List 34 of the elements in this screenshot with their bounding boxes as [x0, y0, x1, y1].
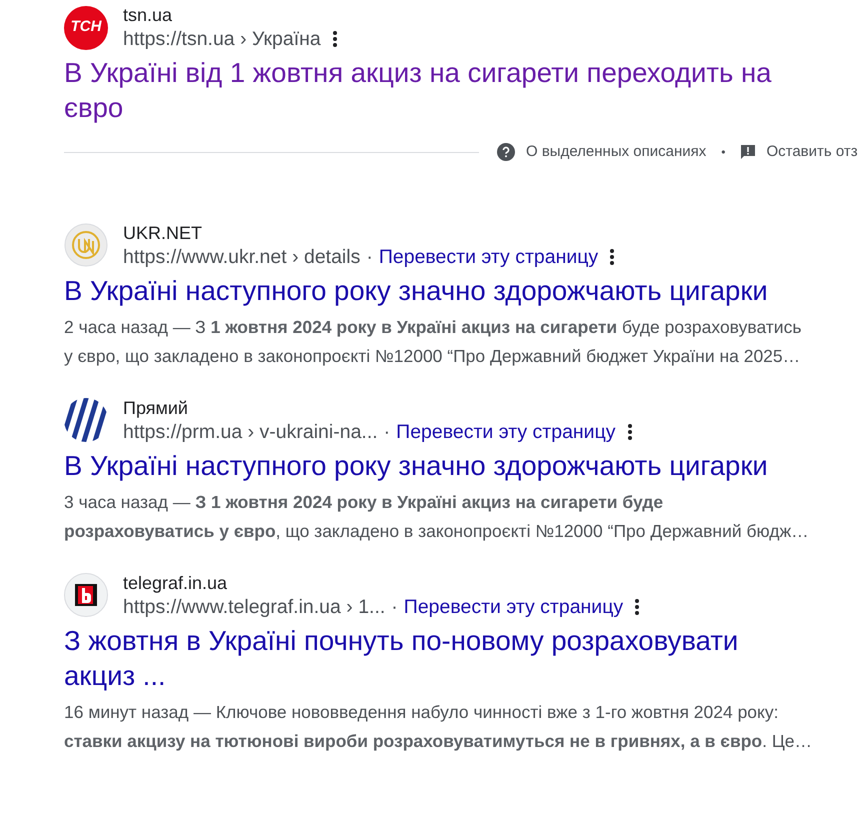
more-options-icon[interactable]	[628, 424, 632, 440]
site-logo	[64, 573, 108, 617]
help-icon[interactable]	[497, 143, 515, 162]
site-name: UKR.NET	[123, 222, 204, 244]
site-url: https://www.ukr.net › details	[123, 244, 360, 268]
separator-dot: ·	[384, 420, 390, 444]
result-title[interactable]: В Україні наступного року значно здорожчають цигарки	[64, 272, 804, 308]
result-title[interactable]: В Україні наступного року значно здорожчають цигарки	[64, 448, 804, 482]
feedback-link[interactable]: Оставить отз	[766, 141, 858, 164]
translate-link[interactable]: Перевести эту страницу	[378, 244, 598, 268]
site-name: tsn.ua	[123, 4, 174, 27]
about-descriptions-link[interactable]: О выделенных описаниях	[526, 141, 706, 164]
feedback-icon[interactable]	[740, 144, 756, 160]
result-title[interactable]: З жовтня в Україні почнуть по-новому розраховувати акциз ...	[64, 622, 804, 692]
separator-dot: •	[721, 144, 726, 162]
result-snippet: 16 минут назад — Ключове нововведення набуло чинності вже з 1-го жовтня 2024 року: ставки акцизу на тютюнові вироби розраховуватимуться не в гривнях, а в євро. Це…	[64, 700, 812, 753]
site-url: https://tsn.ua › Україна	[123, 27, 321, 51]
more-options-icon[interactable]	[610, 248, 614, 264]
result-snippet: 2 часа назад — З 1 жовтня 2024 року в Україні акциз на сигарети буде розраховуватись у євро, що закладено в законопроєкті №12000 “Про Державний бюджет України на 2025…	[64, 316, 802, 368]
more-options-icon[interactable]	[332, 31, 337, 47]
result-title[interactable]: В Україні від 1 жовтня акциз на сигарети переходить на євро	[64, 55, 804, 125]
translate-link[interactable]: Перевести эту страницу	[396, 420, 616, 444]
site-logo	[64, 398, 108, 442]
translate-link[interactable]: Перевести эту страницу	[404, 594, 624, 618]
site-logo	[64, 223, 108, 267]
site-name: Прямий	[123, 396, 189, 420]
separator-dot: ·	[366, 244, 373, 268]
separator-dot: ·	[391, 594, 398, 618]
site-url: https://www.telegraf.in.ua › 1...	[123, 594, 386, 618]
site-name: telegraf.in.ua	[123, 572, 228, 594]
result-snippet: 3 часа назад — З 1 жовтня 2024 року в Україні акциз на сигарети буде розраховуватись у євро, що закладено в законопроєкті №12000 “Про Державний бюдж…	[64, 490, 810, 543]
more-options-icon[interactable]	[635, 598, 640, 614]
site-url: https://prm.ua › v-ukraini-na...	[123, 420, 378, 444]
site-logo: ТСН	[64, 6, 108, 50]
